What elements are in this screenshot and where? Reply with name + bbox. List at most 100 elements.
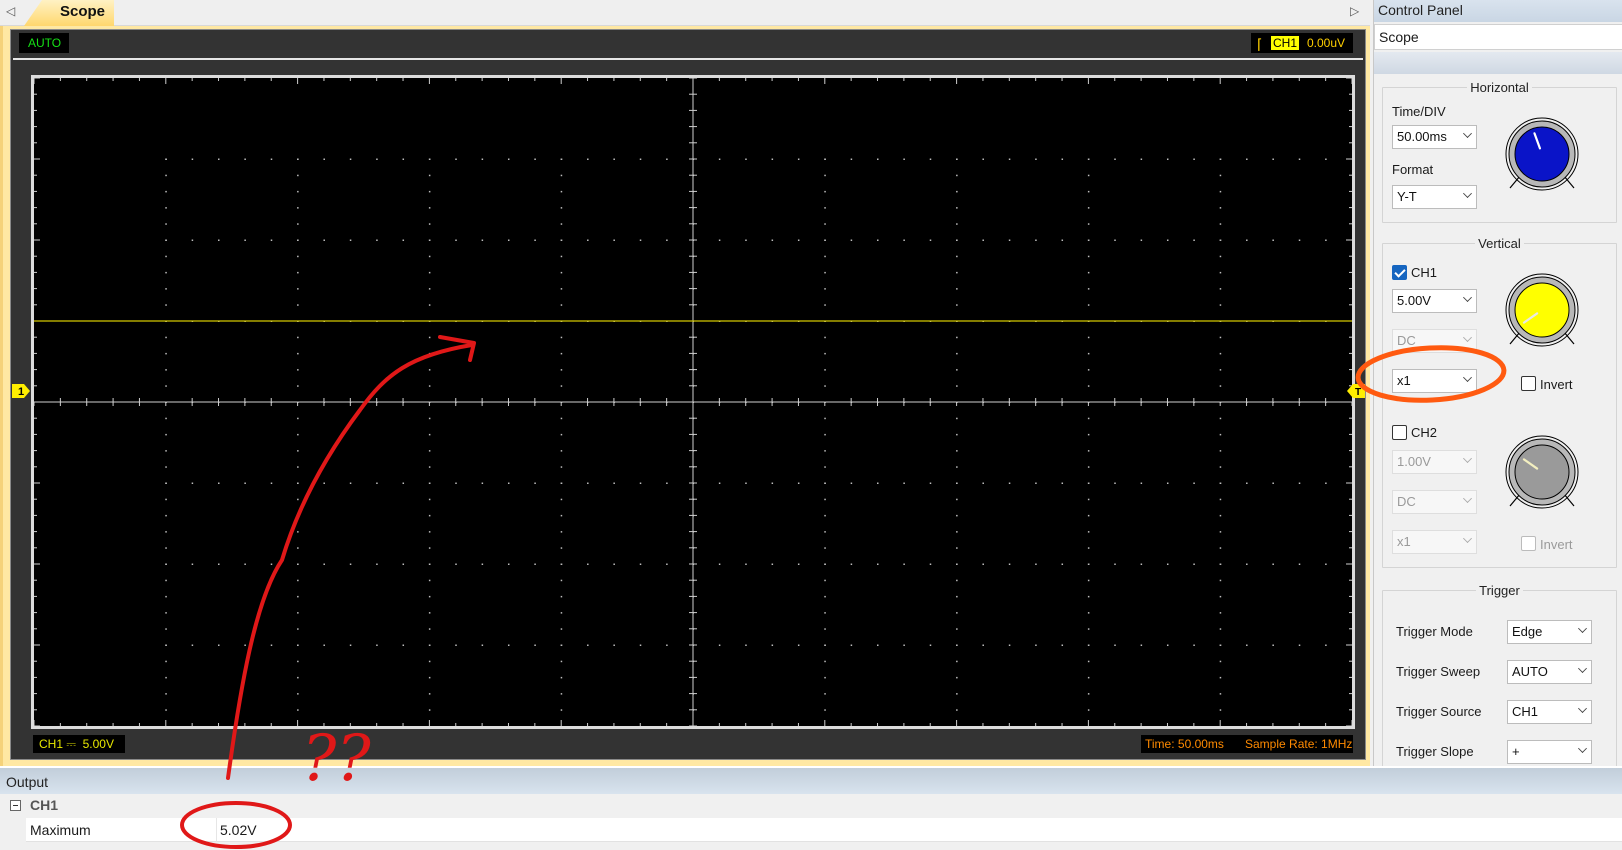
chevron-down-icon: [1463, 454, 1472, 463]
tab-scroll-left-icon[interactable]: ◁: [6, 4, 18, 20]
grid-dot: [165, 255, 167, 258]
grid-dot: [297, 644, 299, 646]
grid-dot: [1035, 239, 1037, 241]
grid-dot: [824, 676, 826, 679]
trigger-row-select[interactable]: AUTO: [1507, 660, 1592, 684]
ch2-coupling-select[interactable]: DC: [1392, 490, 1477, 514]
time-div-select[interactable]: 50.00ms: [1392, 125, 1477, 149]
grid-dot: [560, 255, 563, 258]
sample-rate-status: Sample Rate: 1MHz: [1245, 737, 1353, 751]
grid-dot: [956, 255, 958, 258]
grid-dot: [297, 223, 299, 225]
ch1-invert-checkbox[interactable]: [1521, 376, 1536, 391]
oscilloscope-screen[interactable]: [31, 75, 1355, 729]
grid-dot: [956, 417, 958, 420]
grid-dot: [1140, 644, 1143, 646]
grid-dot: [1087, 417, 1090, 420]
grid-dot: [824, 628, 826, 630]
tab-scroll-right-icon[interactable]: ▷: [1350, 4, 1362, 20]
grid-dot: [481, 239, 484, 241]
ch2-volts-knob[interactable]: [1502, 432, 1582, 512]
grid-dot: [613, 644, 615, 646]
grid-dot: [428, 450, 431, 452]
ch1-coupling-value: DC: [1397, 333, 1416, 348]
time-div-knob[interactable]: [1502, 114, 1582, 194]
output-group-ch1[interactable]: CH1: [0, 794, 1622, 818]
grid-dot: [297, 612, 299, 614]
grid-dot: [718, 158, 721, 160]
trigger-row-select[interactable]: CH1: [1507, 700, 1592, 724]
trigger-level-marker[interactable]: T: [1347, 384, 1365, 398]
grid-dot: [428, 369, 431, 371]
grid-dot: [1219, 369, 1222, 371]
grid-dot: [1087, 709, 1090, 711]
grid-dot: [613, 563, 615, 565]
ch1-coupling-select[interactable]: DC: [1392, 329, 1477, 353]
grid-dot: [428, 693, 431, 695]
trigger-row-label: Trigger Slope: [1396, 744, 1474, 759]
grid-dot: [824, 579, 826, 582]
grid-dot: [1087, 612, 1090, 614]
grid-dot: [1008, 644, 1011, 646]
trigger-row-select[interactable]: +: [1507, 740, 1592, 764]
grid-dot: [165, 433, 167, 436]
grid-dot: [1035, 563, 1037, 565]
ch1-offset-marker[interactable]: 1: [12, 384, 30, 398]
collapse-icon[interactable]: [10, 800, 21, 811]
ch1-volts-div-select[interactable]: 5.00V: [1392, 289, 1477, 313]
grid-dot: [1272, 644, 1274, 646]
grid-dot: [1035, 482, 1037, 484]
ch2-volts-div-select[interactable]: 1.00V: [1392, 450, 1477, 474]
grid-dot: [297, 255, 299, 258]
grid-dot: [270, 239, 273, 241]
ch1-enable-checkbox[interactable]: [1392, 265, 1407, 280]
grid-dot: [639, 563, 642, 565]
grid-dot: [824, 336, 826, 339]
document-tab-strip: ◁ Scope ▷: [0, 0, 1370, 26]
grid-dot: [1219, 190, 1222, 193]
grid-dot: [297, 482, 299, 484]
grid-dot: [270, 482, 273, 484]
grid-dot: [613, 239, 615, 241]
grid-dot: [718, 563, 721, 565]
grid-dot: [560, 223, 563, 225]
grid-dot: [218, 563, 220, 565]
grid-dot: [428, 612, 431, 614]
grid-dot: [481, 158, 484, 160]
grid-dot: [165, 369, 167, 371]
grid-dot: [1087, 207, 1090, 209]
grid-dot: [270, 158, 273, 160]
grid-dot: [428, 482, 431, 484]
grid-dot: [1246, 239, 1248, 241]
grid-dot: [639, 158, 642, 160]
ch2-invert-checkbox[interactable]: [1521, 536, 1536, 551]
grid-dot: [1087, 547, 1090, 549]
output-row: Maximum 5.02V: [26, 818, 1622, 842]
grid-dot: [1219, 612, 1222, 614]
format-select[interactable]: Y-T: [1392, 185, 1477, 209]
ch2-enable-checkbox[interactable]: [1392, 425, 1407, 440]
grid-dot: [956, 595, 958, 598]
grid-dot: [982, 239, 984, 241]
grid-dot: [165, 612, 167, 614]
grid-dot: [824, 190, 826, 193]
grid-dot: [1272, 239, 1274, 241]
grid-dot: [1087, 466, 1090, 468]
grid-dot: [718, 644, 721, 646]
ch1-probe-select[interactable]: x1: [1392, 369, 1477, 393]
grid-dot: [165, 288, 167, 290]
grid-dot: [824, 466, 826, 468]
output-panel: Output CH1 Maximum 5.02V: [0, 766, 1622, 850]
grid-dot: [1246, 158, 1248, 160]
tab-scope[interactable]: Scope: [24, 0, 114, 26]
ch2-probe-select[interactable]: x1: [1392, 530, 1477, 554]
grid-dot: [956, 709, 958, 711]
tab-label: Scope: [60, 3, 106, 20]
grid-dot: [560, 612, 563, 614]
ch1-volts-knob[interactable]: [1502, 270, 1582, 350]
trigger-row-select[interactable]: Edge: [1507, 620, 1592, 644]
grid-dot: [877, 563, 879, 565]
grid-dot: [824, 595, 826, 598]
control-panel-selector[interactable]: Scope: [1374, 24, 1622, 50]
grid-dot: [824, 271, 826, 274]
